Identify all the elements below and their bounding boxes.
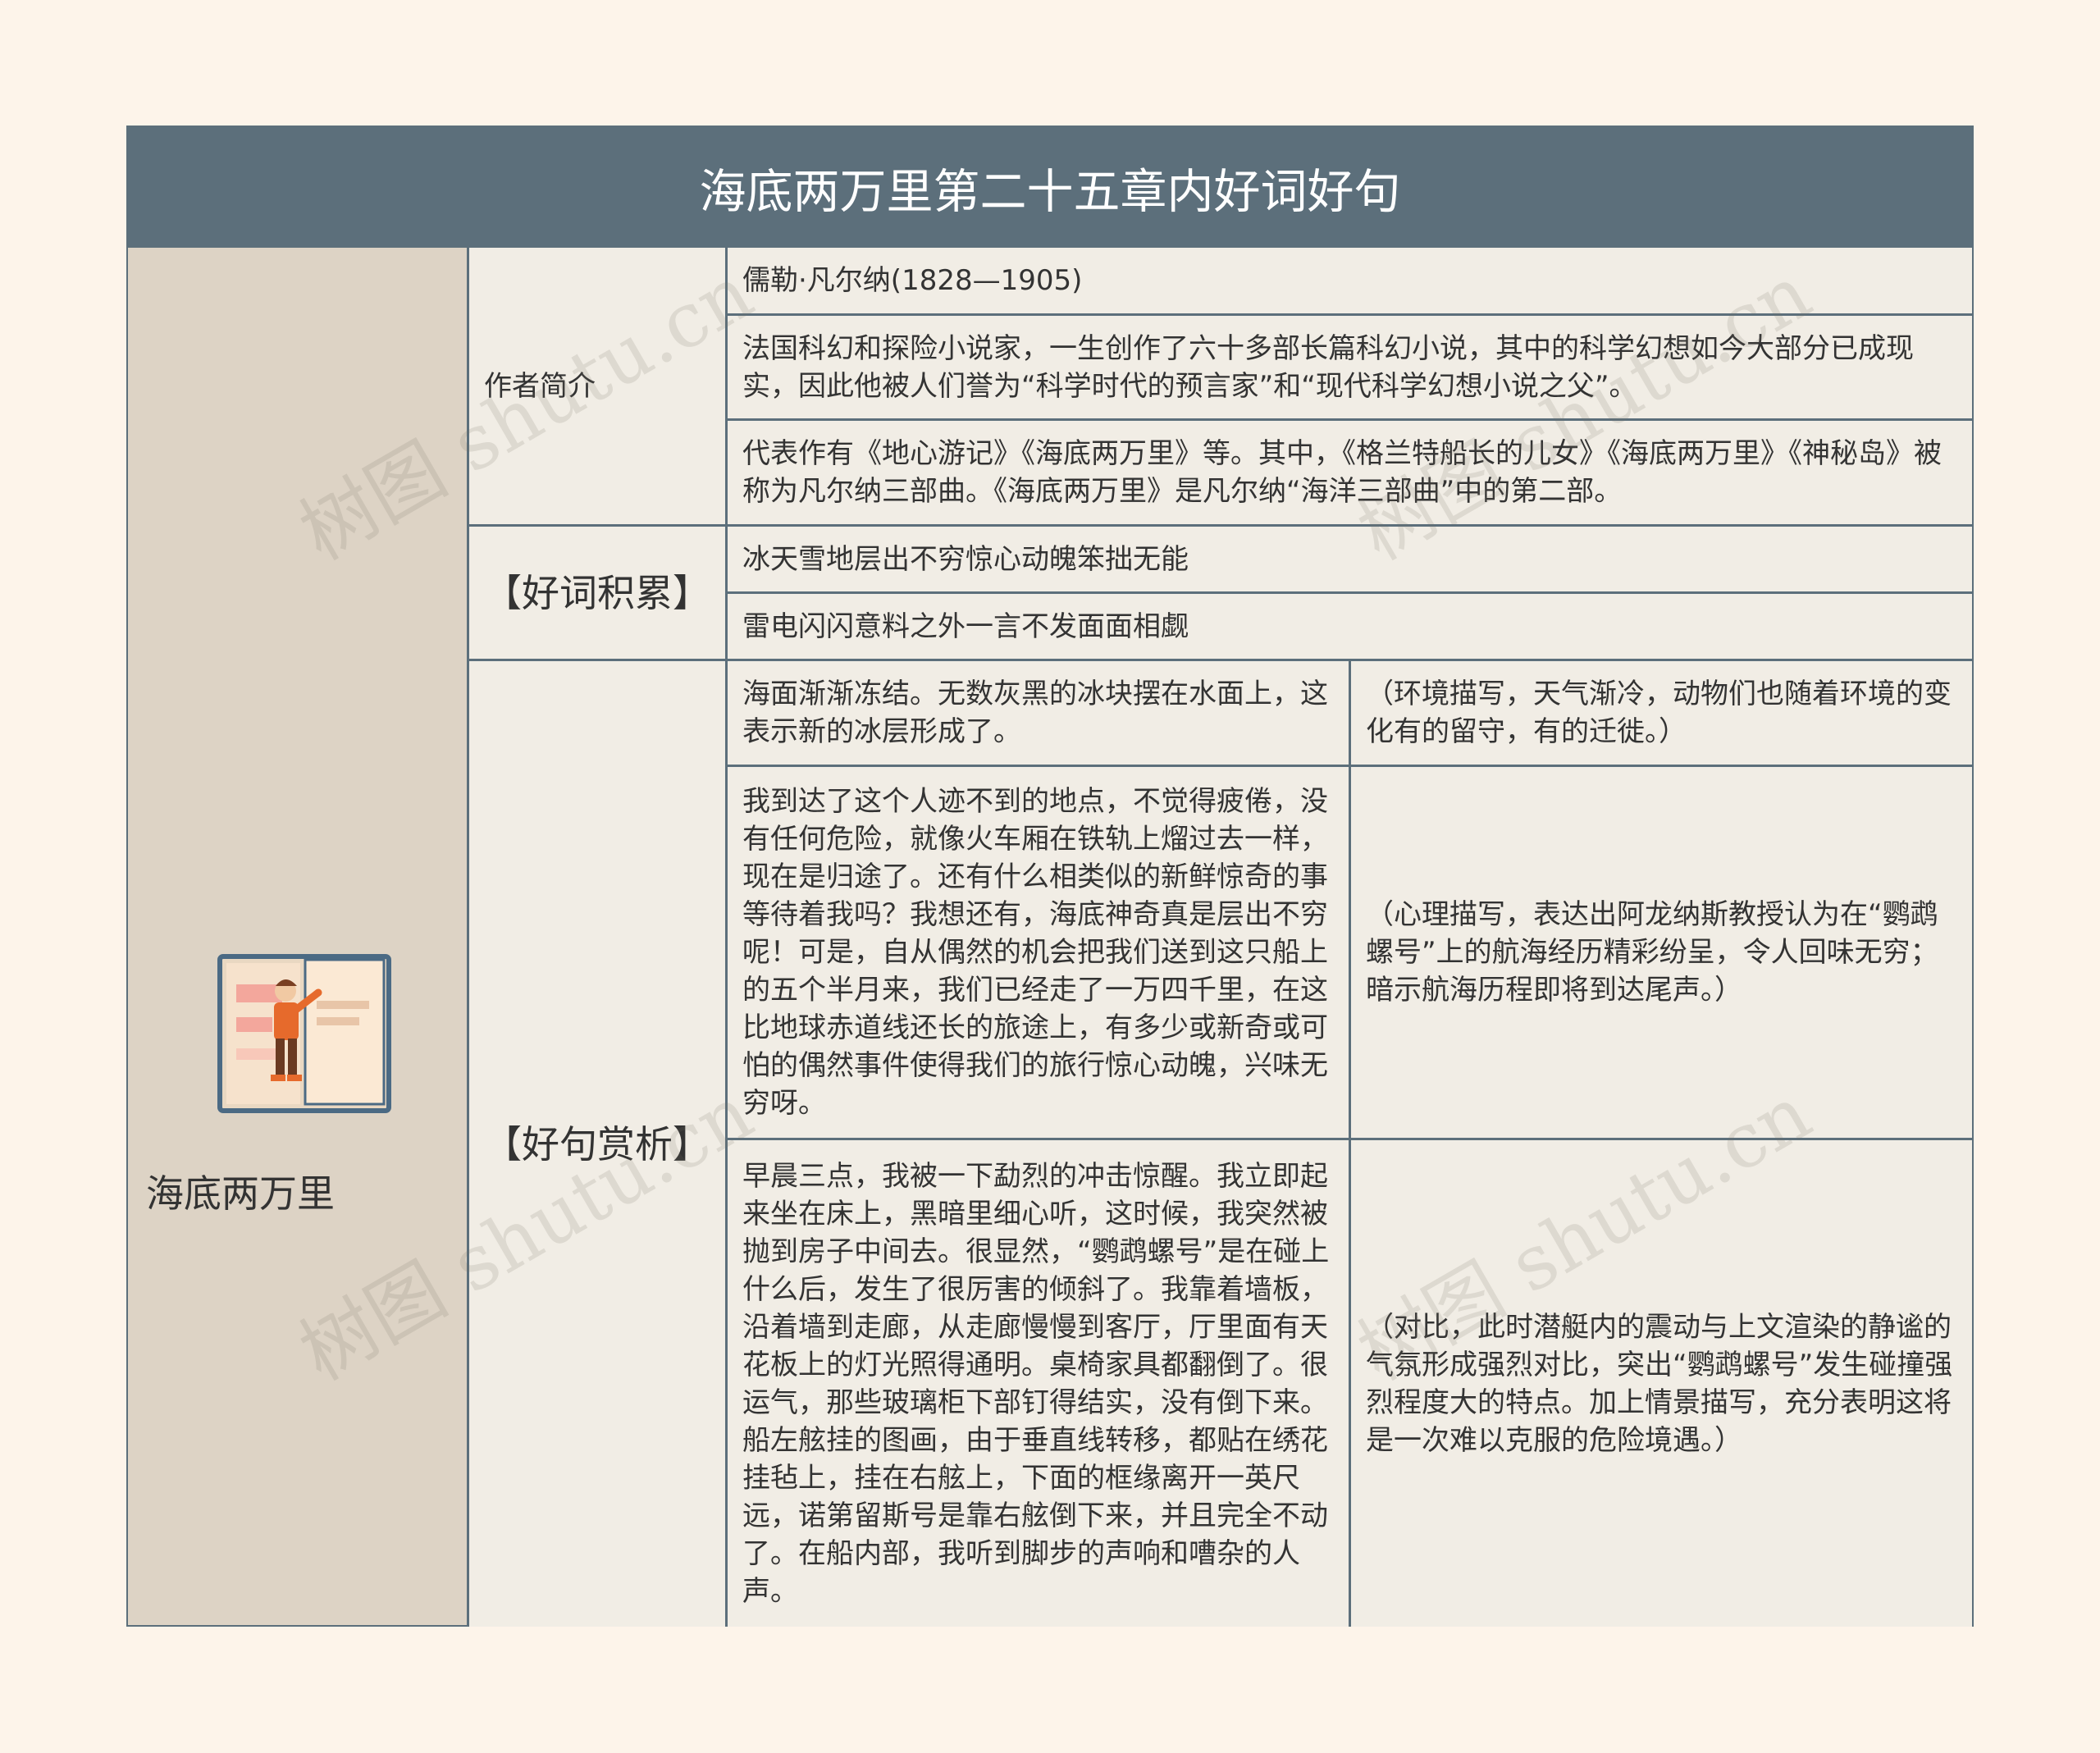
section-author-label: 作者简介 — [469, 248, 728, 527]
page-title: 海底两万里第二十五章内好词好句 — [128, 127, 1972, 248]
word-item: 冰天雪地层出不穷惊心动魄笨拙无能 — [728, 527, 1972, 594]
sentence-note: （环境描写，天气渐冷，动物们也随着环境的变化有的留守，有的迁徙。） — [1351, 661, 1972, 767]
section-sentences-label: 【好句赏析】 — [469, 661, 728, 1627]
root-node: 海底两万里 — [128, 248, 469, 1625]
book-reader-illustration — [217, 954, 391, 1113]
sentence-text: 早晨三点，我被一下勐烈的冲击惊醒。我立即起来坐在床上，黑暗里细心听，这时候，我突… — [728, 1140, 1351, 1627]
sentence-text: 海面渐渐冻结。无数灰黑的冰块摆在水面上，这表示新的冰层形成了。 — [728, 661, 1351, 767]
sentence-text: 我到达了这个人迹不到的地点，不觉得疲倦，没有任何危险，就像火车厢在铁轨上熘过去一… — [728, 767, 1351, 1140]
root-label: 海底两万里 — [146, 1171, 335, 1216]
author-item: 儒勒·凡尔纳(1828—1905) — [728, 248, 1972, 316]
author-item: 法国科幻和探险小说家，一生创作了六十多部长篇科幻小说，其中的科学幻想如今大部分已… — [728, 316, 1972, 421]
author-item: 代表作有《地心游记》《海底两万里》等。其中，《格兰特船长的儿女》《海底两万里》《… — [728, 421, 1972, 527]
sentence-note: （对比，此时潜艇内的震动与上文渲染的静谧的气氛形成强烈对比，突出“鹦鹉螺号”发生… — [1351, 1140, 1972, 1627]
section-words-label: 【好词积累】 — [469, 527, 728, 661]
sentence-note: （心理描写，表达出阿龙纳斯教授认为在“鹦鹉螺号”上的航海经历精彩纷呈，令人回味无… — [1351, 767, 1972, 1140]
mindmap-table: 海底两万里第二十五章内好词好句 海底两万里 作者简介 【好词积累】 【好句赏析】… — [126, 126, 1974, 1627]
word-item: 雷电闪闪意料之外一言不发面面相觑 — [728, 594, 1972, 661]
